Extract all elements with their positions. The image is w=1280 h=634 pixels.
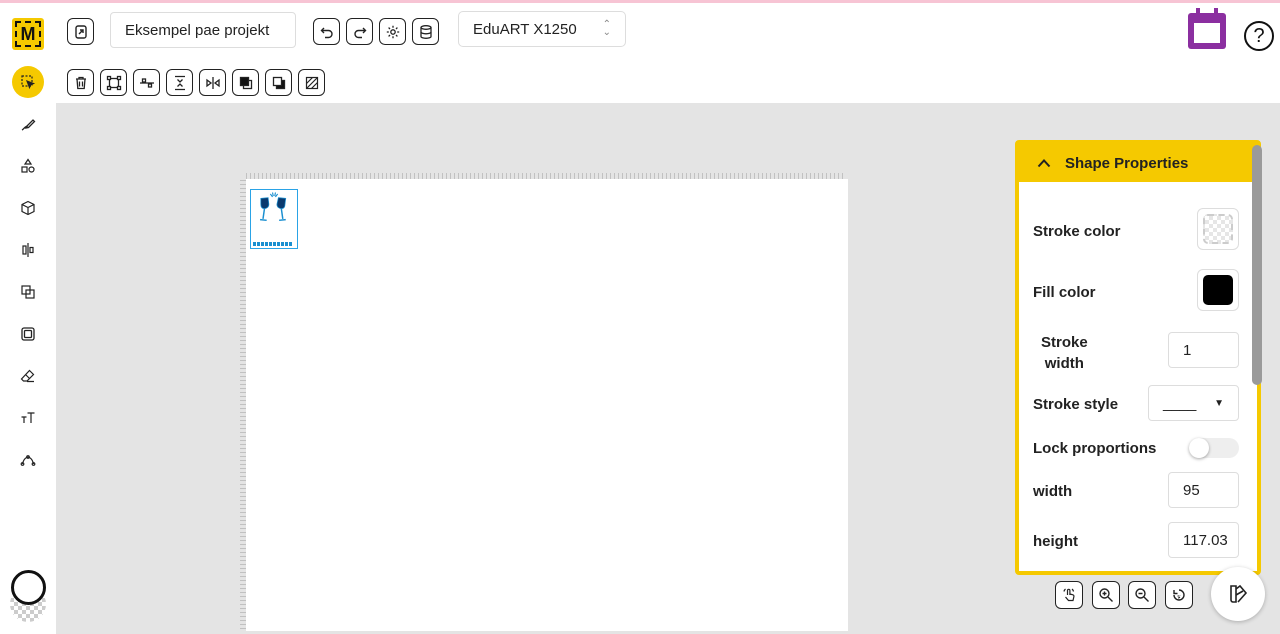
cube-tool-icon — [21, 200, 35, 216]
align-horizontal-button[interactable] — [133, 69, 160, 96]
combine-tool[interactable] — [12, 276, 44, 308]
stroke-color-swatch[interactable] — [11, 570, 46, 605]
new-file-icon — [74, 24, 87, 39]
redo-icon — [353, 27, 366, 38]
align-tool-icon — [22, 243, 34, 257]
shapes-tool[interactable] — [12, 150, 44, 182]
zoom-in-icon — [1099, 588, 1113, 602]
panel-header[interactable]: Shape Properties — [1019, 144, 1257, 182]
settings-gear-icon — [386, 25, 399, 38]
zoom-out-button[interactable] — [1128, 581, 1156, 609]
select-arrows-icon: ⌃ ⌄ — [602, 19, 611, 38]
stroke-color-picker[interactable] — [1197, 208, 1239, 250]
stroke-style-select[interactable]: ____ ▼ — [1148, 385, 1239, 421]
stroke-style-value: ____ — [1163, 394, 1197, 412]
calendar-icon[interactable] — [1186, 7, 1228, 51]
reset-view-button[interactable] — [1165, 581, 1193, 609]
path-tool-icon — [20, 455, 36, 466]
frame-tool-icon — [21, 327, 35, 341]
lock-proportions-label: Lock proportions — [1033, 440, 1157, 457]
shape-caption — [253, 242, 293, 246]
logo-letter: M — [15, 21, 41, 47]
eraser-tool[interactable] — [12, 360, 44, 392]
stroke-width-input[interactable]: 1 — [1168, 332, 1239, 368]
touch-icon — [1063, 588, 1075, 602]
layers-fab[interactable] — [1211, 567, 1265, 621]
height-label: height — [1033, 533, 1078, 550]
cube-tool[interactable] — [12, 192, 44, 224]
stroke-color-label: Stroke color — [1033, 223, 1121, 240]
shapes-tool-icon — [21, 158, 35, 173]
project-name-field[interactable]: Eksempel pae projekt — [110, 12, 296, 48]
panel-scrollbar[interactable] — [1252, 145, 1262, 385]
bounding-box-icon — [106, 75, 121, 90]
header: M Eksempel pae projekt EduART X1250 ⌃ ⌄ ? — [0, 3, 1280, 103]
align-vertical-button[interactable] — [166, 69, 193, 96]
left-toolbar — [0, 66, 56, 634]
app-logo[interactable]: M — [12, 18, 44, 50]
toggle-knob — [1189, 438, 1209, 458]
reset-view-icon — [1173, 589, 1185, 601]
lock-proportions-toggle[interactable] — [1189, 438, 1239, 458]
machine-select[interactable]: EduART X1250 ⌃ ⌄ — [458, 11, 626, 47]
text-tool[interactable] — [12, 402, 44, 434]
frame-tool[interactable] — [12, 318, 44, 350]
redo-button[interactable] — [346, 18, 373, 45]
stroke-width-label: Stroke width — [1041, 332, 1088, 374]
fill-color-label: Fill color — [1033, 284, 1096, 301]
settings-button[interactable] — [379, 18, 406, 45]
align-horizontal-icon — [139, 77, 154, 88]
trash-icon — [75, 76, 86, 89]
fill-color-swatch-inner — [1203, 275, 1233, 305]
workspace: Shape Properties Stroke color Fill color… — [56, 103, 1280, 634]
zoom-in-button[interactable] — [1092, 581, 1120, 609]
bring-front-button[interactable] — [232, 69, 259, 96]
shape-properties-panel: Shape Properties Stroke color Fill color… — [1015, 140, 1261, 575]
panel-title: Shape Properties — [1065, 154, 1189, 172]
send-back-button[interactable] — [265, 69, 292, 96]
zoom-out-icon — [1135, 588, 1149, 602]
draw-tool-icon — [21, 119, 36, 131]
undo-button[interactable] — [313, 18, 340, 45]
eraser-tool-icon — [20, 369, 35, 383]
help-icon[interactable]: ? — [1244, 21, 1274, 51]
transparent-swatch — [1203, 214, 1233, 244]
wine-glasses-icon — [259, 192, 287, 222]
fill-color-picker[interactable] — [1197, 269, 1239, 311]
touch-mode-button[interactable] — [1055, 581, 1083, 609]
bring-front-icon — [239, 76, 252, 89]
flip-icon — [205, 76, 220, 89]
path-tool[interactable] — [12, 444, 44, 476]
draw-tool[interactable] — [12, 108, 44, 140]
send-back-icon — [272, 76, 285, 89]
width-label: width — [1033, 483, 1073, 500]
stroke-style-label: Stroke style — [1033, 396, 1119, 413]
caret-down-icon: ▼ — [1214, 397, 1224, 409]
palette-icon — [1230, 584, 1248, 603]
selected-shape[interactable] — [250, 189, 298, 249]
text-tool-icon — [21, 412, 35, 423]
delete-button[interactable] — [67, 69, 94, 96]
stroke-width-label-line1: Stroke — [1041, 334, 1088, 351]
hatch-fill-icon — [305, 76, 318, 89]
machine-select-value: EduART X1250 — [473, 20, 577, 38]
align-tool[interactable] — [12, 234, 44, 266]
combine-tool-icon — [21, 285, 35, 299]
database-icon — [419, 24, 432, 39]
align-vertical-icon — [174, 75, 185, 90]
design-canvas[interactable] — [246, 179, 848, 631]
database-button[interactable] — [412, 18, 439, 45]
flip-button[interactable] — [199, 69, 226, 96]
undo-icon — [320, 27, 333, 38]
bounding-box-button[interactable] — [100, 69, 127, 96]
chevron-up-icon — [1037, 155, 1051, 171]
width-input[interactable]: 95 — [1168, 472, 1239, 508]
new-file-button[interactable] — [67, 18, 94, 45]
hatch-fill-button[interactable] — [298, 69, 325, 96]
stroke-width-label-line2: width — [1044, 355, 1084, 372]
height-input[interactable]: 117.03 — [1168, 522, 1239, 558]
select-tool-icon — [21, 75, 36, 90]
select-tool[interactable] — [12, 66, 44, 98]
